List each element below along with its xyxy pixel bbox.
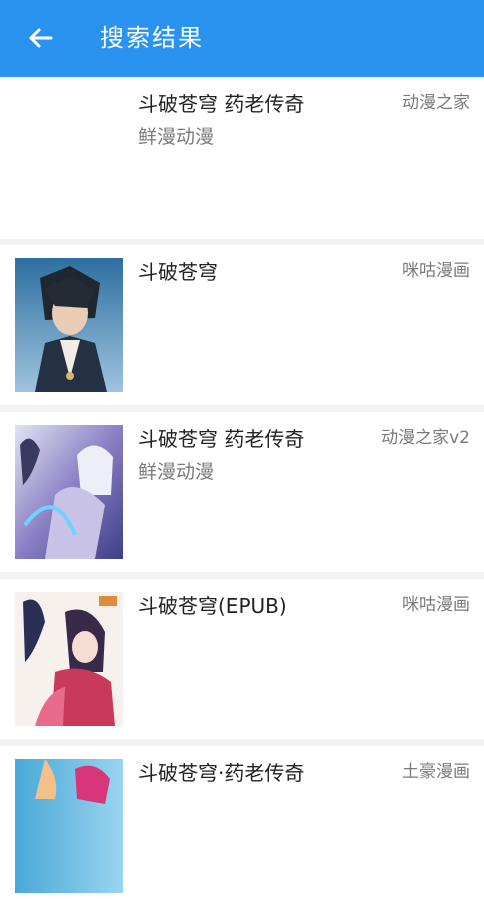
comic-cover-image xyxy=(15,425,123,559)
result-source: 咪咕漫画 xyxy=(402,595,470,615)
result-title: 斗破苍穹 药老传奇 xyxy=(138,92,305,116)
result-item-5[interactable]: 斗破苍穹·药老传奇 土豪漫画 xyxy=(0,746,484,906)
result-source: 土豪漫画 xyxy=(402,762,470,782)
result-item-4[interactable]: 斗破苍穹(EPUB) 咪咕漫画 xyxy=(0,579,484,739)
app-bar: 搜索结果 xyxy=(0,0,484,77)
result-item-1[interactable]: 斗破苍穹 药老传奇 鲜漫动漫 动漫之家 xyxy=(0,77,484,239)
result-item-3[interactable]: 斗破苍穹 药老传奇 鲜漫动漫 动漫之家v2 xyxy=(0,412,484,572)
page-title: 搜索结果 xyxy=(100,24,204,52)
result-source: 动漫之家v2 xyxy=(381,428,470,448)
result-title: 斗破苍穹 药老传奇 xyxy=(138,427,305,451)
result-item-2[interactable]: 斗破苍穹 咪咕漫画 xyxy=(0,245,484,405)
result-title: 斗破苍穹 xyxy=(138,260,218,284)
result-title: 斗破苍穹(EPUB) xyxy=(138,594,287,618)
result-subtitle: 鲜漫动漫 xyxy=(138,126,215,148)
comic-cover-image xyxy=(15,592,123,726)
result-title: 斗破苍穹·药老传奇 xyxy=(138,761,305,785)
comic-cover-image xyxy=(15,759,123,893)
result-subtitle: 鲜漫动漫 xyxy=(138,461,215,483)
result-source: 咪咕漫画 xyxy=(402,261,470,281)
result-source: 动漫之家 xyxy=(402,93,470,113)
arrow-left-icon[interactable] xyxy=(24,22,56,54)
comic-cover-image xyxy=(15,258,123,392)
